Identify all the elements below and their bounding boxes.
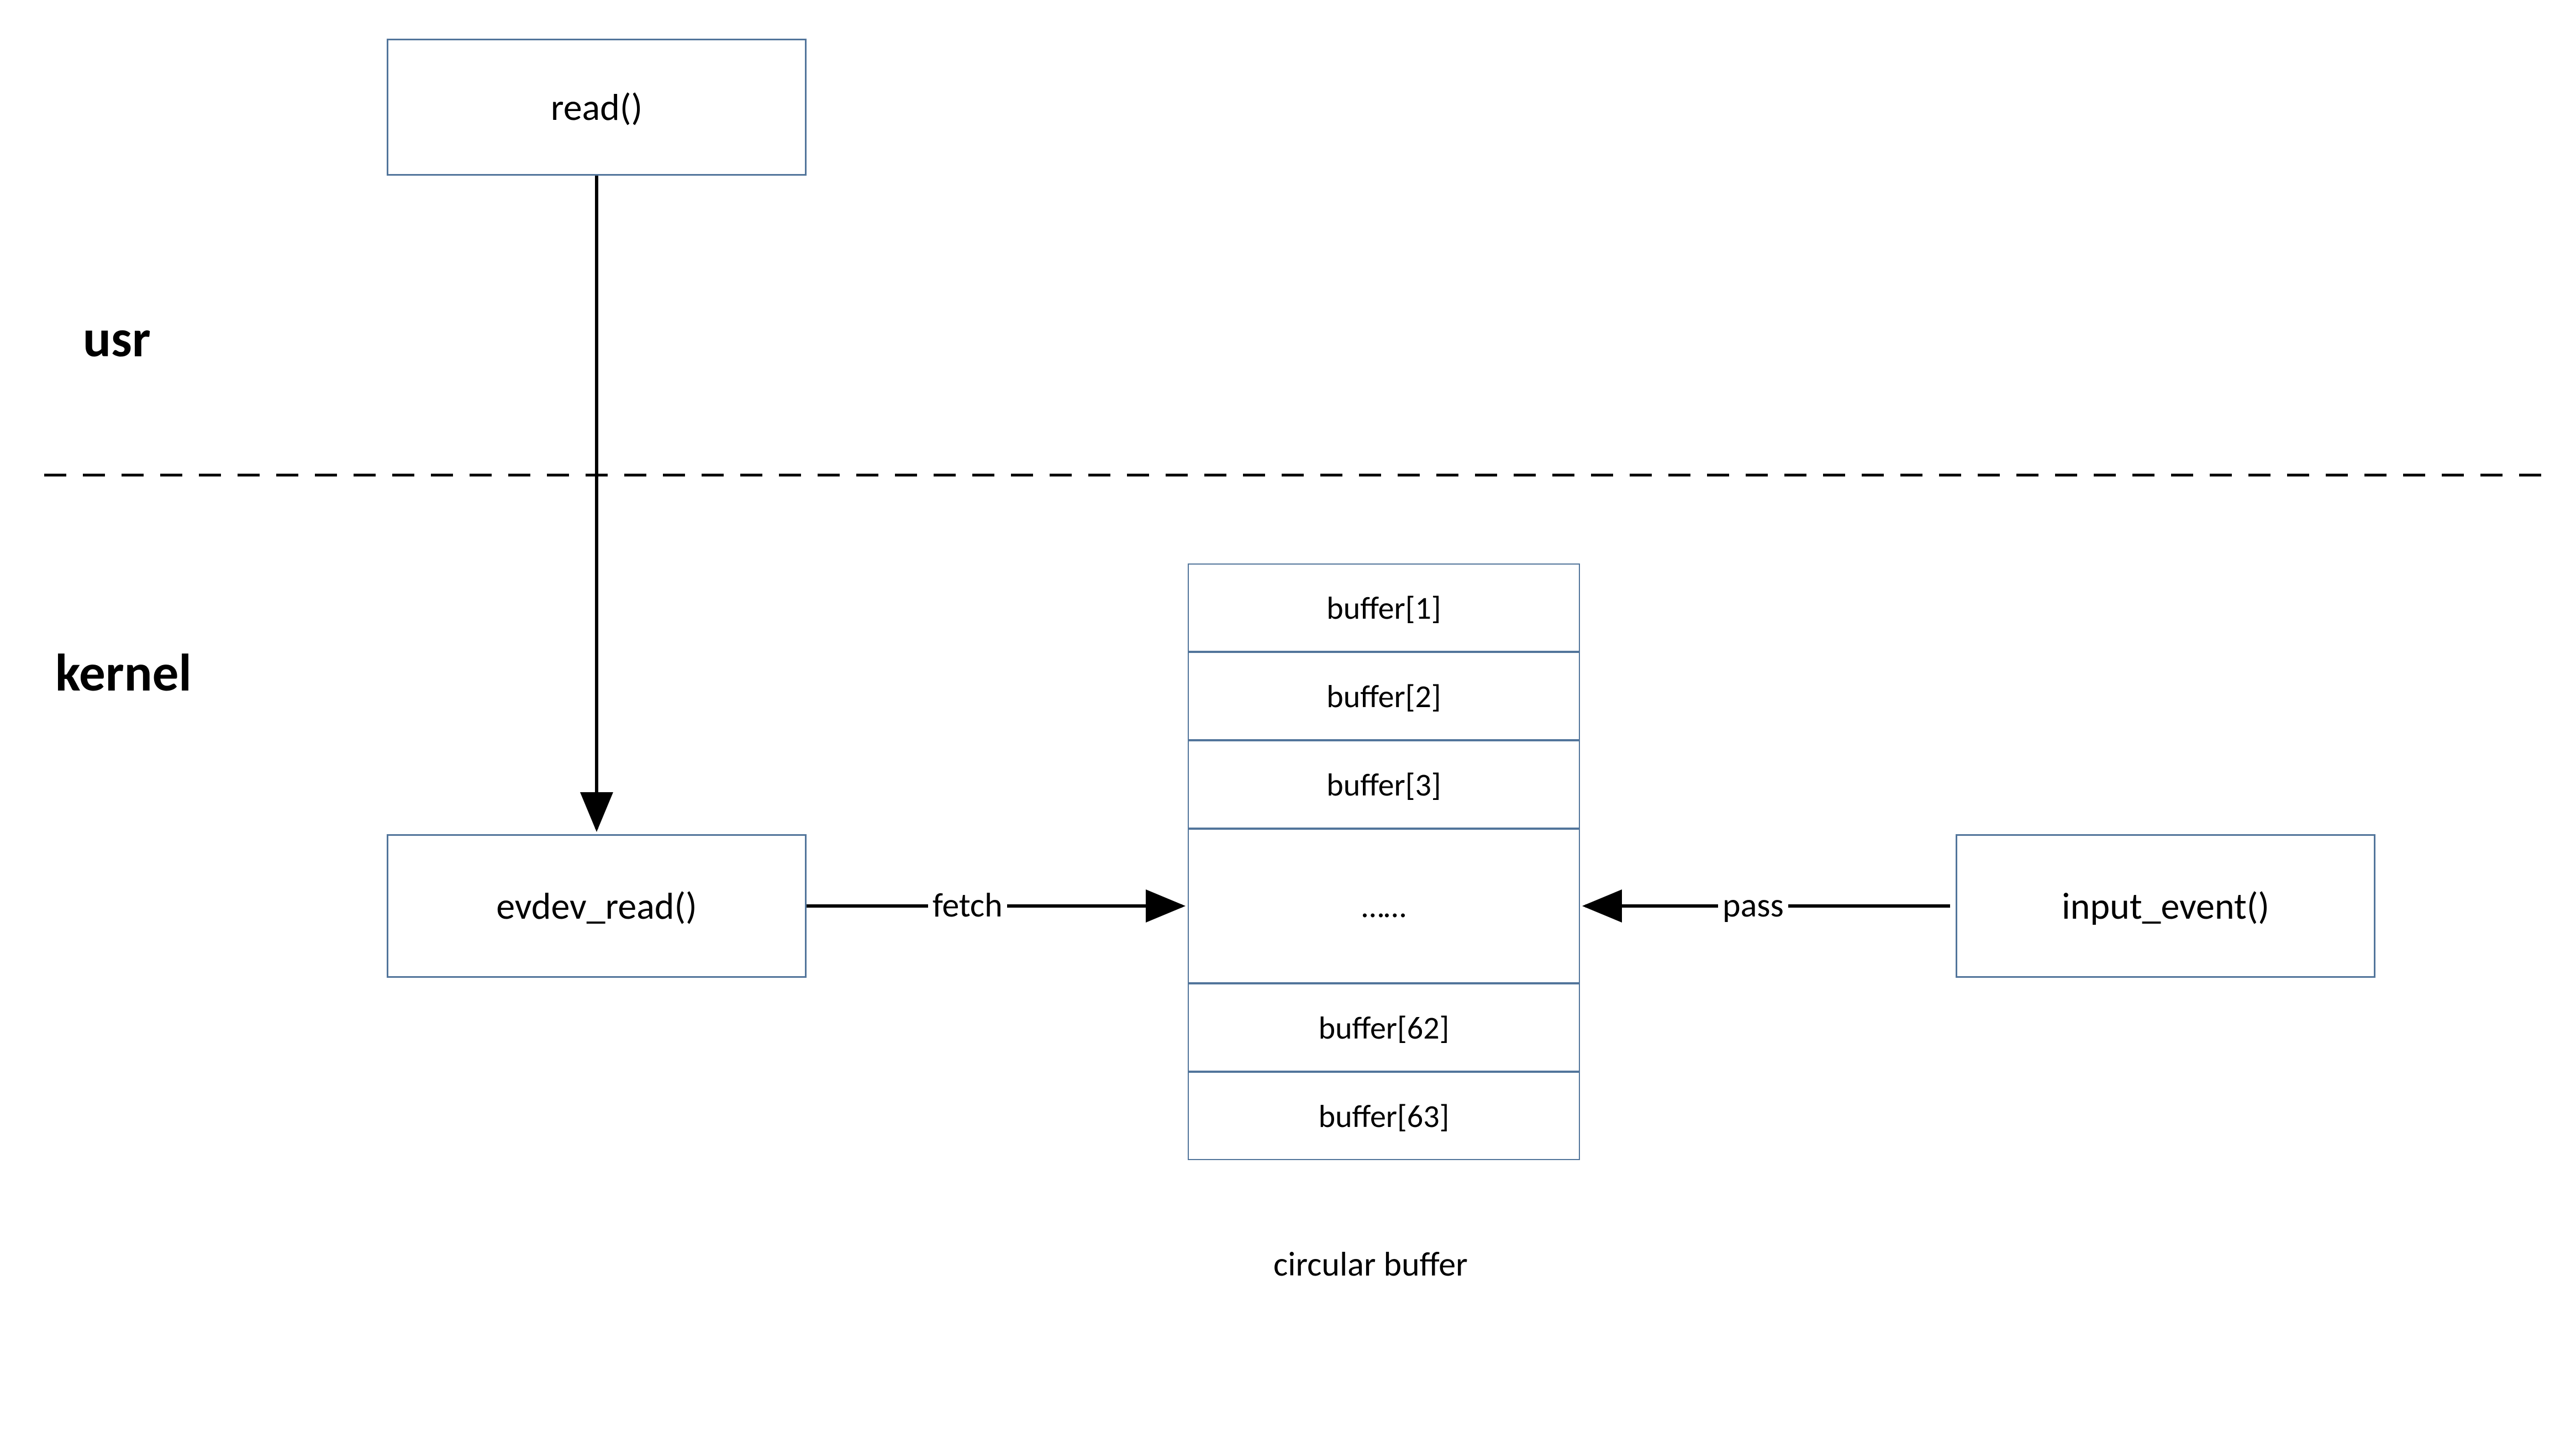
buffer-cell: buffer[63] [1188,1072,1580,1160]
kernel-label: kernel [55,641,192,705]
buffer-cell: …… [1188,829,1580,983]
buffer-caption: circular buffer [1273,1243,1468,1285]
buffer-cell: buffer[62] [1188,983,1580,1072]
buffer-cell: buffer[1] [1188,563,1580,652]
buffer-cell-label: buffer[2] [1326,677,1441,716]
buffer-cell-label: …… [1362,887,1406,926]
buffer-cell-label: buffer[62] [1319,1008,1450,1047]
buffer-cell: buffer[2] [1188,652,1580,740]
input-event-node-label: input_event() [2062,883,2269,929]
read-node: read() [387,39,807,176]
evdev-read-node: evdev_read() [387,834,807,978]
pass-label: pass [1718,884,1788,926]
usr-label: usr [83,307,151,371]
buffer-cell-label: buffer[63] [1319,1097,1450,1136]
buffer-cell: buffer[3] [1188,740,1580,829]
fetch-label: fetch [928,884,1007,926]
buffer-cell-label: buffer[3] [1326,765,1441,804]
read-node-label: read() [551,85,642,130]
buffer-cell-label: buffer[1] [1326,588,1441,628]
evdev-read-node-label: evdev_read() [496,883,697,929]
input-event-node: input_event() [1956,834,2375,978]
